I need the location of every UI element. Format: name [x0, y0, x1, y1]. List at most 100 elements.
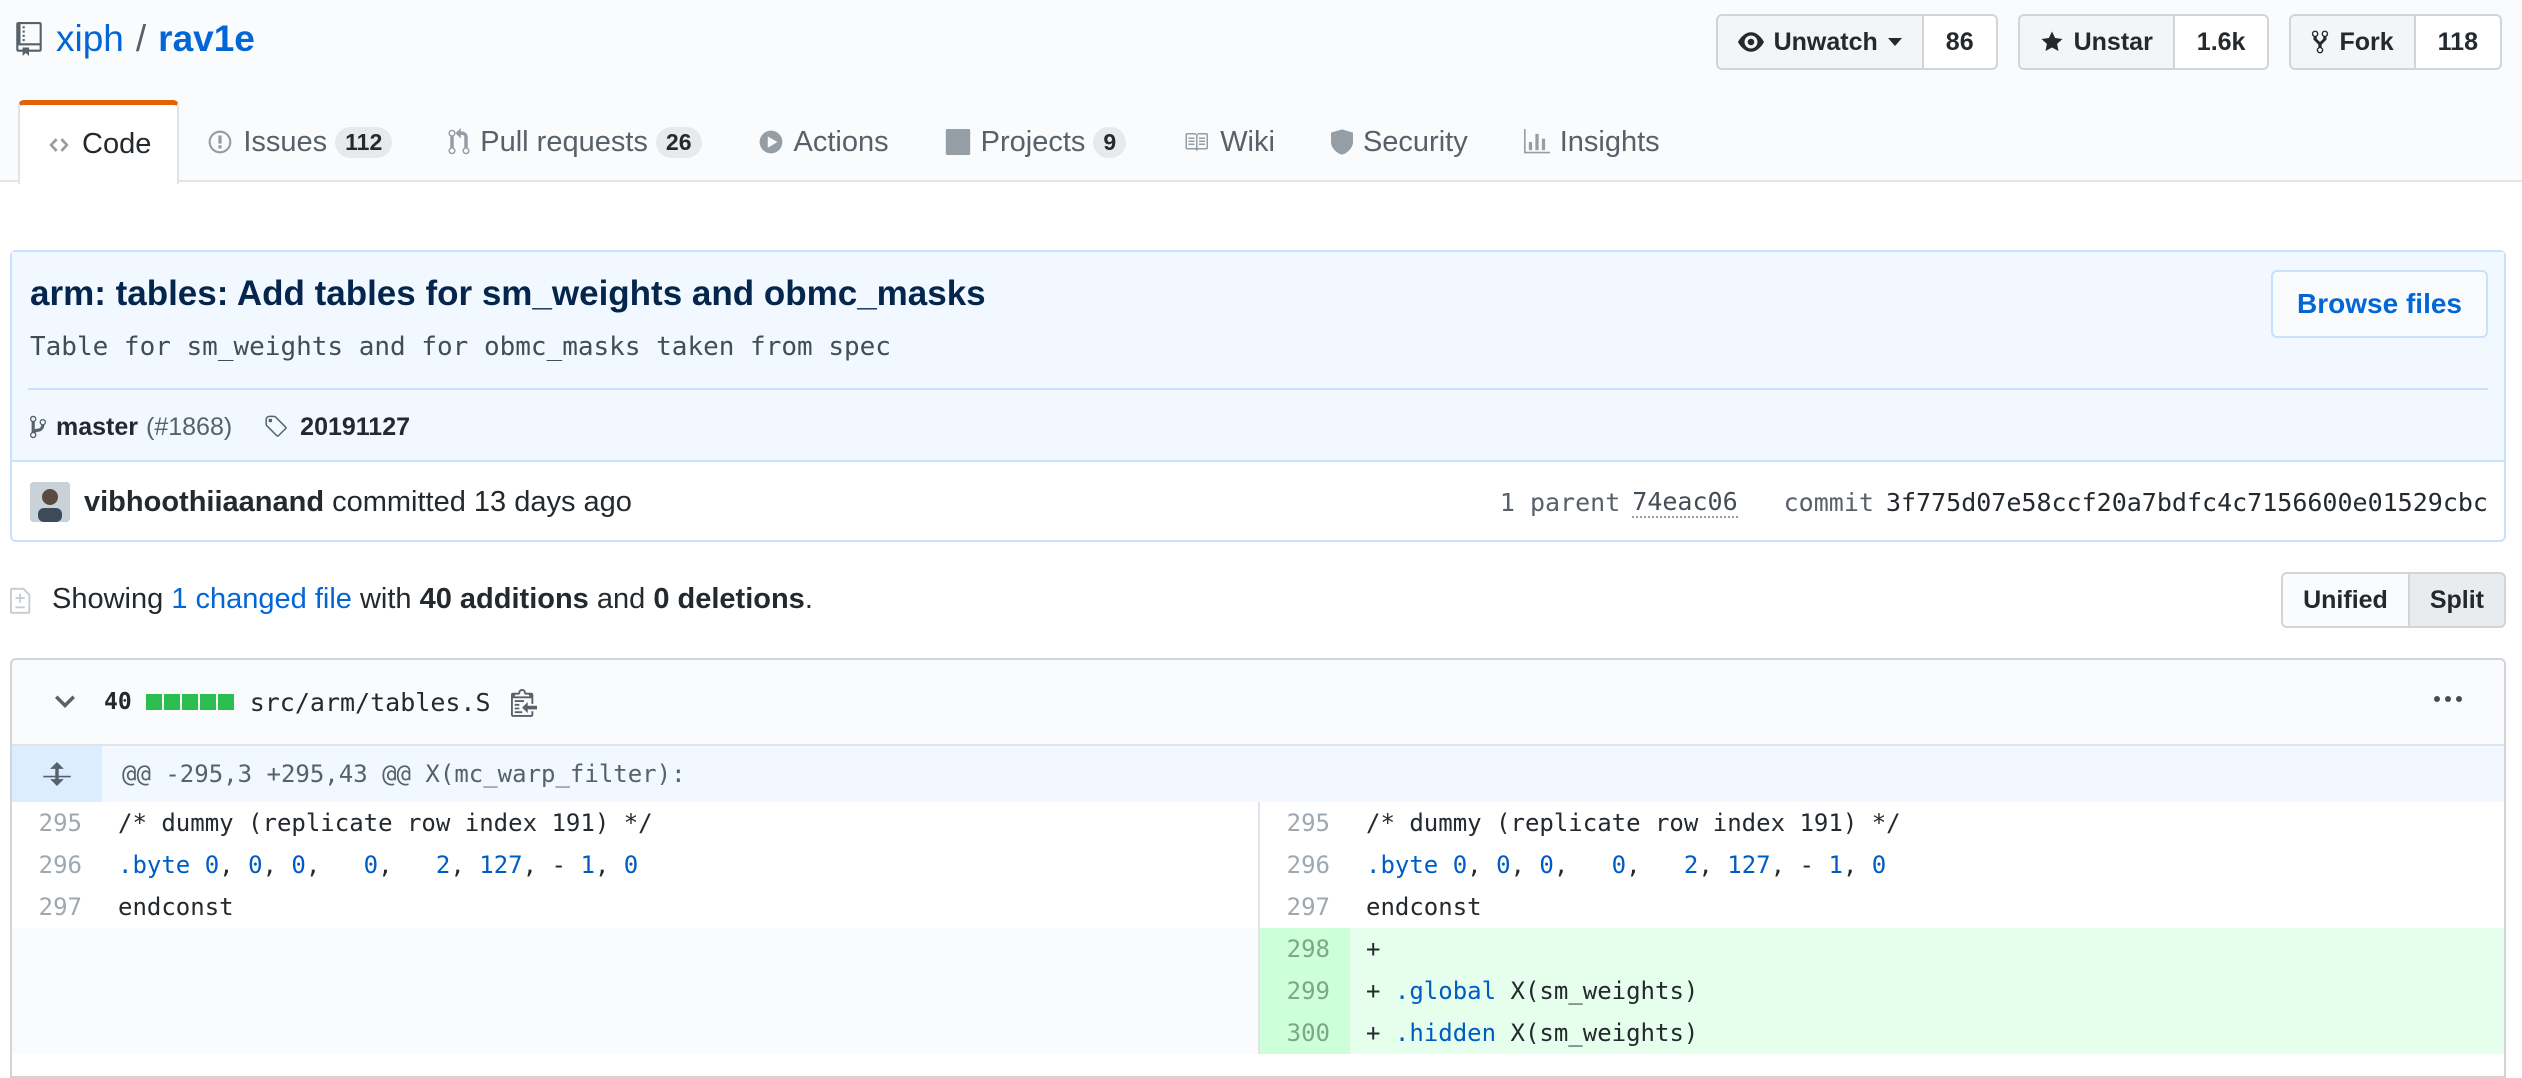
code-text: endconst: [1366, 893, 1482, 921]
unstar-button[interactable]: Unstar: [2017, 14, 2175, 70]
diff-row: 299 + .global X(sm_weights): [12, 970, 2504, 1012]
unified-view-button[interactable]: Unified: [2281, 572, 2410, 628]
committed-time: committed 13 days ago: [332, 485, 632, 518]
unwatch-label: Unwatch: [1773, 27, 1878, 56]
browse-files-button[interactable]: Browse files: [2271, 270, 2488, 338]
left-empty-line: [12, 970, 1258, 1012]
code-text: + .hidden X(sm_weights): [1366, 1019, 1699, 1047]
line-number[interactable]: 299: [1260, 970, 1350, 1012]
hunk-header: @@ -295,3 +295,43 @@ X(mc_warp_filter):: [12, 746, 2504, 802]
split-view-button[interactable]: Split: [2409, 572, 2506, 628]
clipboard-icon[interactable]: [510, 687, 537, 717]
eye-icon: [1737, 32, 1764, 52]
code-line: endconst: [102, 886, 1258, 928]
tab-security[interactable]: Security: [1303, 100, 1496, 182]
left-line: 296 .byte 0, 0, 0, 0, 2, 127, - 1, 0: [12, 844, 1258, 886]
tab-wiki[interactable]: Wiki: [1154, 100, 1303, 182]
line-number[interactable]: 298: [1260, 928, 1350, 970]
line-number[interactable]: 300: [1260, 1012, 1350, 1054]
watch-group: Unwatch 86: [1715, 14, 1998, 70]
deletions-count: 0 deletions: [653, 582, 805, 615]
diff-row: 297 endconst 297 endconst: [12, 886, 2504, 928]
file-diff: 40 src/arm/tables.S @@ -295,3 +295,43 @@…: [10, 658, 2506, 1078]
tab-insights[interactable]: Insights: [1496, 100, 1688, 182]
star-group: Unstar 1.6k: [2017, 14, 2270, 70]
changed-files-link[interactable]: 1 changed file: [171, 583, 352, 616]
line-number[interactable]: 296: [1260, 844, 1350, 886]
pull-request-icon: [448, 128, 470, 155]
right-line: 297 endconst: [1258, 886, 2504, 928]
line-number[interactable]: 295: [12, 802, 102, 844]
line-number[interactable]: 297: [12, 886, 102, 928]
right-line-added: 298 +: [1258, 928, 2504, 970]
repo-owner-link[interactable]: xiph: [56, 18, 124, 60]
code-line: +: [1350, 928, 2504, 970]
tab-projects[interactable]: Projects 9: [917, 100, 1155, 182]
issues-count-badge: 112: [335, 126, 393, 158]
commit-hash: 3f775d07e58ccf20a7bdfc4c7156600e01529cbc: [1885, 487, 2488, 517]
file-diff-icon: [10, 587, 31, 614]
file-header: 40 src/arm/tables.S: [12, 660, 2504, 746]
right-line-added: 299 + .global X(sm_weights): [1258, 970, 2504, 1012]
code-text: .byte 0, 0, 0, 0, 2, 127, - 1, 0: [1366, 851, 1887, 879]
project-icon: [945, 129, 970, 155]
unwatch-button[interactable]: Unwatch: [1715, 14, 1924, 70]
tab-insights-label: Insights: [1559, 125, 1660, 158]
expand-icon[interactable]: [12, 746, 102, 802]
code-line: .byte 0, 0, 0, 0, 2, 127, - 1, 0: [102, 844, 1258, 886]
code-line: + .hidden X(sm_weights): [1350, 1012, 2504, 1054]
tab-actions[interactable]: Actions: [730, 100, 917, 182]
file-changes-count: 40: [104, 689, 132, 715]
code-text: endconst: [118, 893, 234, 921]
chevron-down-icon[interactable]: [54, 695, 76, 709]
commit-header: arm: tables: Add tables for sm_weights a…: [12, 252, 2504, 462]
right-line: 295 /* dummy (replicate row index 191) *…: [1258, 802, 2504, 844]
tab-pull-requests[interactable]: Pull requests 26: [420, 100, 729, 182]
repo-name-link[interactable]: rav1e: [158, 18, 255, 60]
hunk-header-text: @@ -295,3 +295,43 @@ X(mc_warp_filter):: [122, 760, 686, 788]
avatar[interactable]: [30, 482, 70, 522]
fork-label: Fork: [2339, 27, 2394, 56]
tag-item[interactable]: 20191127: [262, 413, 410, 442]
pr-reference[interactable]: (#1868): [146, 413, 232, 442]
more-options-icon[interactable]: [2429, 696, 2462, 702]
line-number[interactable]: 297: [1260, 886, 1350, 928]
author-name[interactable]: vibhoothiiaanand: [84, 486, 324, 519]
tab-security-label: Security: [1362, 125, 1468, 158]
parent-hash-link[interactable]: 74eac06: [1632, 487, 1738, 518]
parent-label: 1 parent: [1499, 487, 1621, 517]
code-line: /* dummy (replicate row index 191) */: [102, 802, 1258, 844]
commit-title: arm: tables: Add tables for sm_weights a…: [30, 274, 986, 313]
tab-issues[interactable]: Issues 112: [179, 100, 420, 182]
right-line: 296 .byte 0, 0, 0, 0, 2, 127, - 1, 0: [1258, 844, 2504, 886]
branch-link[interactable]: master: [56, 413, 138, 442]
watchers-count[interactable]: 86: [1923, 14, 1998, 70]
tab-code[interactable]: Code: [18, 100, 180, 184]
branch-icon: [30, 415, 46, 439]
tab-actions-label: Actions: [793, 125, 889, 158]
avatar-image: [30, 482, 70, 522]
tag-icon: [265, 415, 287, 437]
fork-button[interactable]: Fork: [2289, 14, 2416, 70]
repo-title: xiph / rav1e: [14, 14, 255, 64]
stargazers-count[interactable]: 1.6k: [2174, 14, 2270, 70]
line-number[interactable]: 296: [12, 844, 102, 886]
commit-description: Table for sm_weights and for obmc_masks …: [30, 332, 891, 362]
code-icon: [49, 137, 69, 152]
forks-count[interactable]: 118: [2415, 14, 2502, 70]
code-line: + .global X(sm_weights): [1350, 970, 2504, 1012]
diff-rows: 295 /* dummy (replicate row index 191) *…: [12, 802, 2504, 1054]
book-icon: [1185, 133, 1209, 151]
period-text: .: [804, 582, 813, 615]
diff-row: 296 .byte 0, 0, 0, 0, 2, 127, - 1, 0 296…: [12, 844, 2504, 886]
fork-icon: [2312, 30, 2329, 54]
commit-box: arm: tables: Add tables for sm_weights a…: [10, 250, 2506, 542]
unstar-label: Unstar: [2073, 27, 2153, 56]
diff-view-toggle: Unified Split: [2281, 572, 2506, 628]
code-text: /* dummy (replicate row index 191) */: [118, 809, 653, 837]
diff-row: 298 +: [12, 928, 2504, 970]
diff-summary: Showing 1 changed file with 40 additions…: [10, 572, 2506, 628]
commit-sha-info: 1 parent 74eac06 commit 3f775d07e58ccf20…: [1500, 480, 2488, 524]
commit-author: vibhoothiiaanand committed 13 days ago: [30, 480, 632, 524]
line-number[interactable]: 295: [1260, 802, 1350, 844]
